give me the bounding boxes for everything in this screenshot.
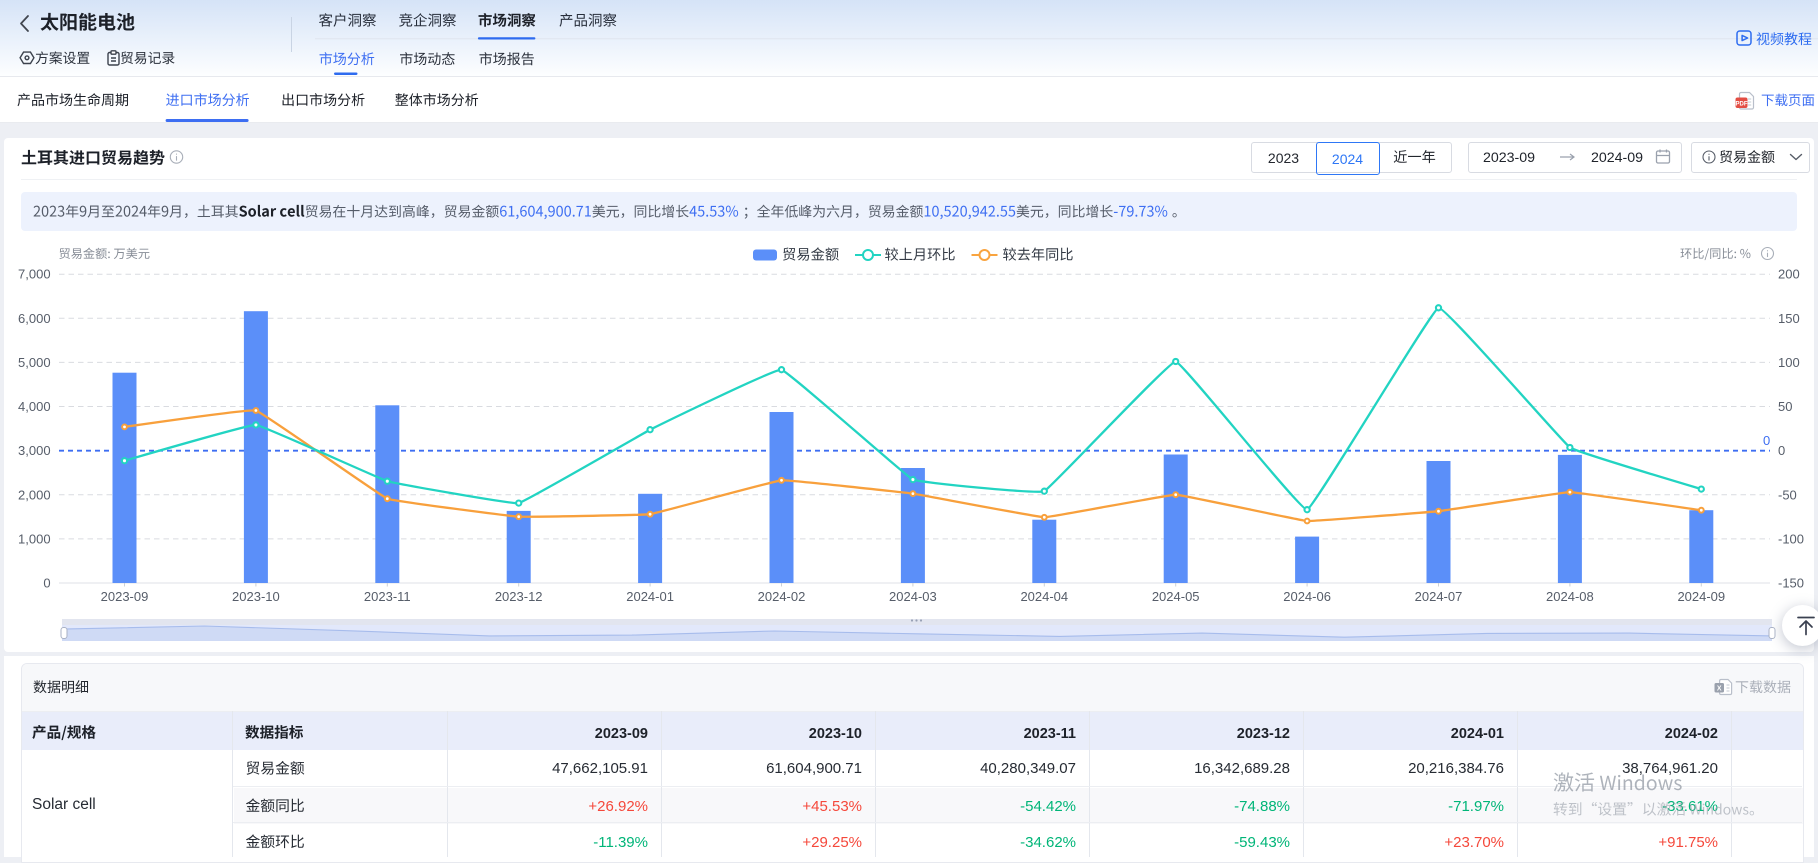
svg-text:3,000: 3,000 bbox=[18, 443, 51, 458]
svg-text:1,000: 1,000 bbox=[18, 531, 51, 546]
svg-text:2023-11: 2023-11 bbox=[364, 589, 411, 604]
svg-text:X: X bbox=[1717, 686, 1722, 693]
svg-text:2023-12: 2023-12 bbox=[495, 589, 543, 604]
svg-text:2024-05: 2024-05 bbox=[1152, 589, 1200, 604]
svg-text:2024-07: 2024-07 bbox=[1415, 589, 1463, 604]
svg-text:2023-10: 2023-10 bbox=[232, 589, 280, 604]
svg-text:2,000: 2,000 bbox=[18, 487, 51, 502]
svg-text:7,000: 7,000 bbox=[18, 267, 51, 282]
svg-text:-50: -50 bbox=[1778, 487, 1797, 502]
svg-text:150: 150 bbox=[1778, 311, 1800, 326]
svg-text:6,000: 6,000 bbox=[18, 311, 51, 326]
svg-text:PDF: PDF bbox=[1736, 101, 1748, 107]
svg-text:100: 100 bbox=[1778, 355, 1800, 370]
svg-text:0: 0 bbox=[43, 576, 50, 591]
svg-text:-100: -100 bbox=[1778, 531, 1804, 546]
svg-text:2024-09: 2024-09 bbox=[1677, 589, 1725, 604]
svg-text:2023-09: 2023-09 bbox=[101, 589, 149, 604]
svg-text:2024-04: 2024-04 bbox=[1020, 589, 1068, 604]
svg-text:0: 0 bbox=[1778, 443, 1785, 458]
svg-text:5,000: 5,000 bbox=[18, 355, 51, 370]
svg-text:-150: -150 bbox=[1778, 576, 1804, 591]
svg-text:0: 0 bbox=[1763, 433, 1770, 448]
svg-text:2024-08: 2024-08 bbox=[1546, 589, 1594, 604]
svg-text:2024-01: 2024-01 bbox=[626, 589, 674, 604]
svg-text:50: 50 bbox=[1778, 399, 1792, 414]
svg-text:2024-02: 2024-02 bbox=[758, 589, 806, 604]
svg-text:4,000: 4,000 bbox=[18, 399, 51, 414]
svg-text:2024-03: 2024-03 bbox=[889, 589, 937, 604]
svg-text:200: 200 bbox=[1778, 267, 1800, 282]
svg-text:2024-06: 2024-06 bbox=[1283, 589, 1331, 604]
